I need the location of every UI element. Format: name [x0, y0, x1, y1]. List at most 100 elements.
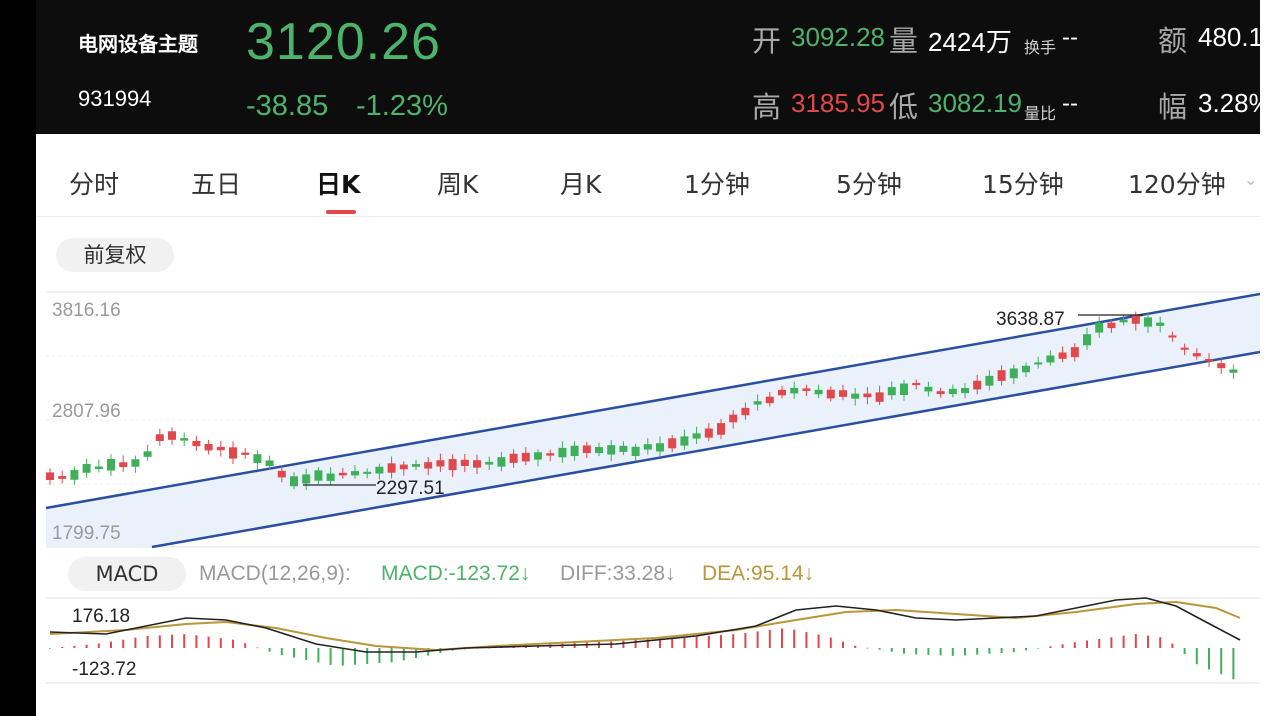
- macd-bar: [1025, 648, 1027, 651]
- macd-histogram: [49, 628, 1235, 680]
- candle-body: [497, 457, 506, 467]
- macd-bar: [1049, 646, 1052, 648]
- candle-body: [363, 471, 372, 474]
- quote-header: 电网设备主题 931994 3120.26 -38.85 -1.23% 开 30…: [36, 0, 1260, 134]
- chevron-down-icon[interactable]: ⌄: [1244, 170, 1257, 189]
- macd-bar: [122, 639, 125, 648]
- macd-bar: [1159, 637, 1162, 648]
- y-tick-mid: 2807.96: [52, 401, 121, 422]
- macd-bar: [756, 631, 759, 648]
- macd-chart[interactable]: [36, 596, 1260, 686]
- candle-body: [399, 464, 408, 470]
- turnover-label: 换手: [1024, 38, 1057, 57]
- candle-body: [192, 440, 201, 447]
- tab-15min[interactable]: 15分钟: [982, 165, 1064, 201]
- macd-bar: [768, 629, 771, 648]
- macd-bar: [903, 648, 905, 654]
- period-tabs: 分时 五日 日K 周K 月K 1分钟 5分钟 15分钟 120分钟 ⌄: [36, 147, 1260, 217]
- tab-weekly-k[interactable]: 周K: [437, 165, 478, 201]
- candle-body: [473, 460, 481, 468]
- macd-bar: [146, 635, 149, 648]
- candle-body: [741, 407, 750, 416]
- macd-bar: [707, 635, 710, 648]
- candle-body: [277, 470, 286, 478]
- candle-body: [448, 459, 457, 471]
- macd-bar: [988, 648, 991, 654]
- macd-bar: [1110, 637, 1113, 648]
- macd-bar: [1183, 648, 1186, 655]
- macd-bar: [1195, 648, 1198, 665]
- candle-body: [302, 474, 311, 484]
- macd-bar: [1147, 635, 1149, 648]
- candle-body: [1131, 315, 1140, 324]
- tab-5min[interactable]: 5分钟: [836, 165, 902, 201]
- candle-body: [1070, 347, 1079, 358]
- macd-y-bottom: -123.72: [72, 659, 137, 680]
- candle-body: [558, 447, 567, 458]
- candle-body: [802, 388, 811, 391]
- candle-body: [961, 388, 969, 394]
- macd-bar: [183, 634, 186, 648]
- macd-bar: [683, 637, 686, 648]
- macd-bar: [366, 648, 369, 664]
- macd-bar: [329, 648, 332, 665]
- macd-bar: [890, 648, 893, 652]
- macd-bar: [781, 628, 783, 648]
- tab-120min[interactable]: 120分钟: [1128, 165, 1226, 201]
- candle-body: [314, 470, 323, 481]
- tab-daily-k[interactable]: 日K: [316, 165, 360, 201]
- candle-body: [375, 466, 384, 474]
- candle-body: [107, 458, 115, 471]
- candle-body: [1192, 353, 1201, 357]
- candle-body: [656, 443, 664, 452]
- macd-bar: [878, 648, 881, 650]
- macd-bar: [671, 638, 674, 648]
- macd-bar: [1220, 648, 1223, 675]
- candle-body: [168, 431, 176, 440]
- candle-body: [351, 471, 359, 476]
- candle-body: [1022, 365, 1030, 373]
- candle-body: [1156, 322, 1165, 326]
- candle-body: [1144, 317, 1152, 327]
- candle-body: [229, 447, 237, 459]
- candle-body: [70, 469, 79, 480]
- candle-body: [546, 453, 555, 456]
- macd-bar: [622, 640, 625, 648]
- price-change: -38.85: [246, 90, 329, 122]
- macd-bar: [195, 635, 198, 648]
- stock-detail-page: 电网设备主题 931994 3120.26 -38.85 -1.23% 开 30…: [36, 0, 1260, 716]
- macd-bar: [1037, 648, 1040, 649]
- candle-body: [1034, 362, 1043, 365]
- volume-label: 量: [889, 24, 919, 58]
- high-value: 3185.95: [791, 88, 885, 118]
- candle-body: [82, 464, 91, 473]
- macd-bar: [1000, 648, 1003, 653]
- candle-body: [704, 428, 713, 438]
- tab-intraday[interactable]: 分时: [69, 165, 119, 201]
- macd-bar: [976, 648, 979, 655]
- macd-bar: [695, 636, 698, 648]
- candle-body: [1180, 347, 1189, 350]
- tab-five-day[interactable]: 五日: [191, 165, 241, 201]
- macd-indicator-button[interactable]: MACD: [68, 557, 186, 591]
- high-marker-label: 3638.87: [996, 309, 1065, 330]
- macd-bar: [402, 648, 405, 661]
- adjust-mode-button[interactable]: 前复权: [56, 238, 174, 272]
- vol-ratio-label: 量比: [1024, 104, 1057, 123]
- candle-body: [1083, 334, 1091, 346]
- candle-body: [668, 438, 677, 449]
- macd-bar: [1171, 643, 1174, 648]
- index-code: 931994: [78, 86, 152, 111]
- candle-body: [119, 462, 128, 468]
- candle-body: [948, 388, 957, 395]
- macd-bar: [171, 634, 173, 648]
- tab-monthly-k[interactable]: 月K: [560, 165, 601, 201]
- kline-chart[interactable]: [36, 280, 1260, 550]
- candle-body: [460, 459, 469, 466]
- macd-bar: [1061, 644, 1064, 648]
- open-label: 开: [752, 24, 782, 58]
- tab-1min[interactable]: 1分钟: [684, 165, 750, 201]
- macd-bar: [61, 646, 64, 648]
- diff-value: DIFF:33.28↓: [560, 562, 676, 585]
- macd-bar: [97, 643, 100, 648]
